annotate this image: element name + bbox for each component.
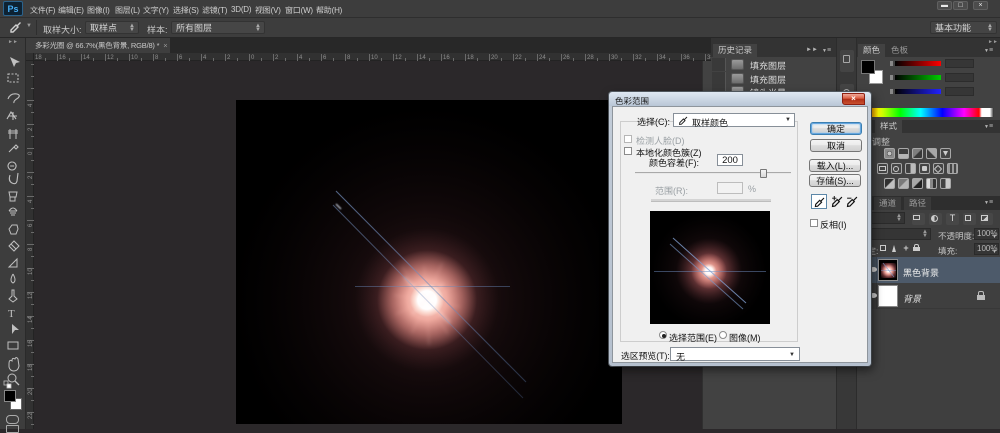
svg-text:T: T [8, 308, 15, 320]
